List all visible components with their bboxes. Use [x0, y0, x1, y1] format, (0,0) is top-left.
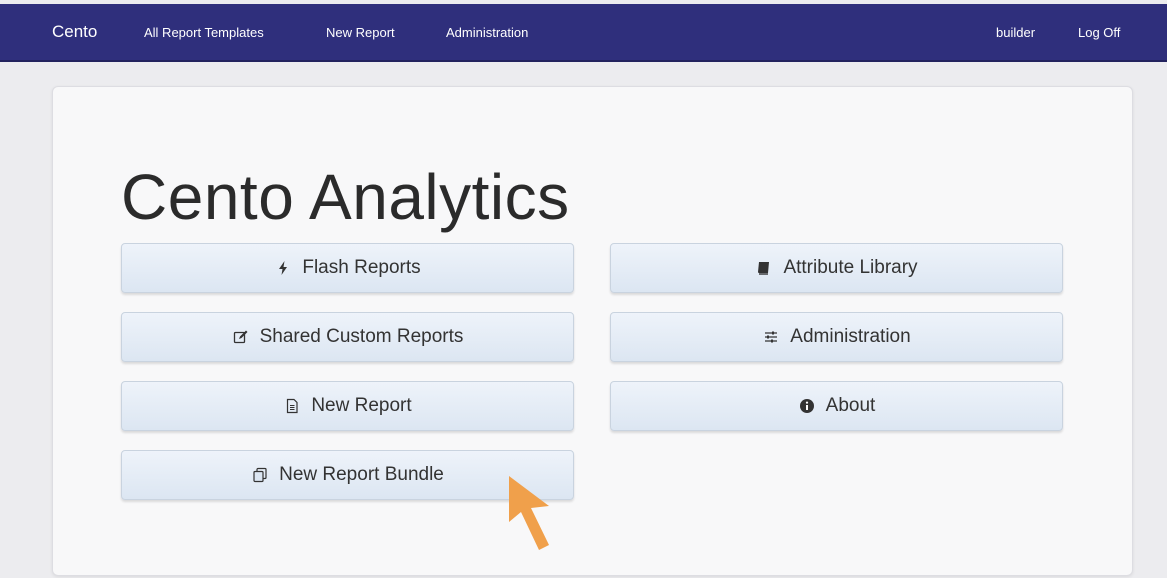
new-report-bundle-label: New Report Bundle [279, 464, 444, 485]
copy-icon [251, 466, 269, 484]
shared-custom-reports-label: Shared Custom Reports [259, 326, 464, 347]
about-label: About [825, 395, 876, 416]
attribute-library-button[interactable]: Attribute Library [610, 243, 1063, 293]
mouse-pointer-icon [509, 476, 549, 550]
flash-reports-button[interactable]: Flash Reports [121, 243, 574, 293]
administration-button[interactable]: Administration [610, 312, 1063, 362]
page-title: Cento Analytics [121, 161, 570, 233]
book-icon [755, 259, 773, 277]
nav-new-report[interactable]: New Report [326, 25, 395, 40]
attribute-library-label: Attribute Library [783, 257, 918, 278]
flash-reports-label: Flash Reports [302, 257, 421, 278]
sliders-icon [762, 328, 780, 346]
shared-custom-reports-button[interactable]: Shared Custom Reports [121, 312, 574, 362]
edit-icon [232, 328, 250, 346]
document-icon [283, 397, 301, 415]
nav-administration[interactable]: Administration [446, 25, 528, 40]
new-report-button[interactable]: New Report [121, 381, 574, 431]
top-navbar: Cento All Report Templates New Report Ad… [0, 4, 1167, 62]
about-button[interactable]: About [610, 381, 1063, 431]
nav-user[interactable]: builder [996, 25, 1035, 40]
info-icon [798, 397, 816, 415]
new-report-label: New Report [311, 395, 412, 416]
nav-all-report-templates[interactable]: All Report Templates [144, 25, 264, 40]
nav-log-off[interactable]: Log Off [1078, 25, 1120, 40]
administration-label: Administration [790, 326, 911, 347]
brand-link[interactable]: Cento [52, 22, 97, 42]
bolt-icon [274, 259, 292, 277]
